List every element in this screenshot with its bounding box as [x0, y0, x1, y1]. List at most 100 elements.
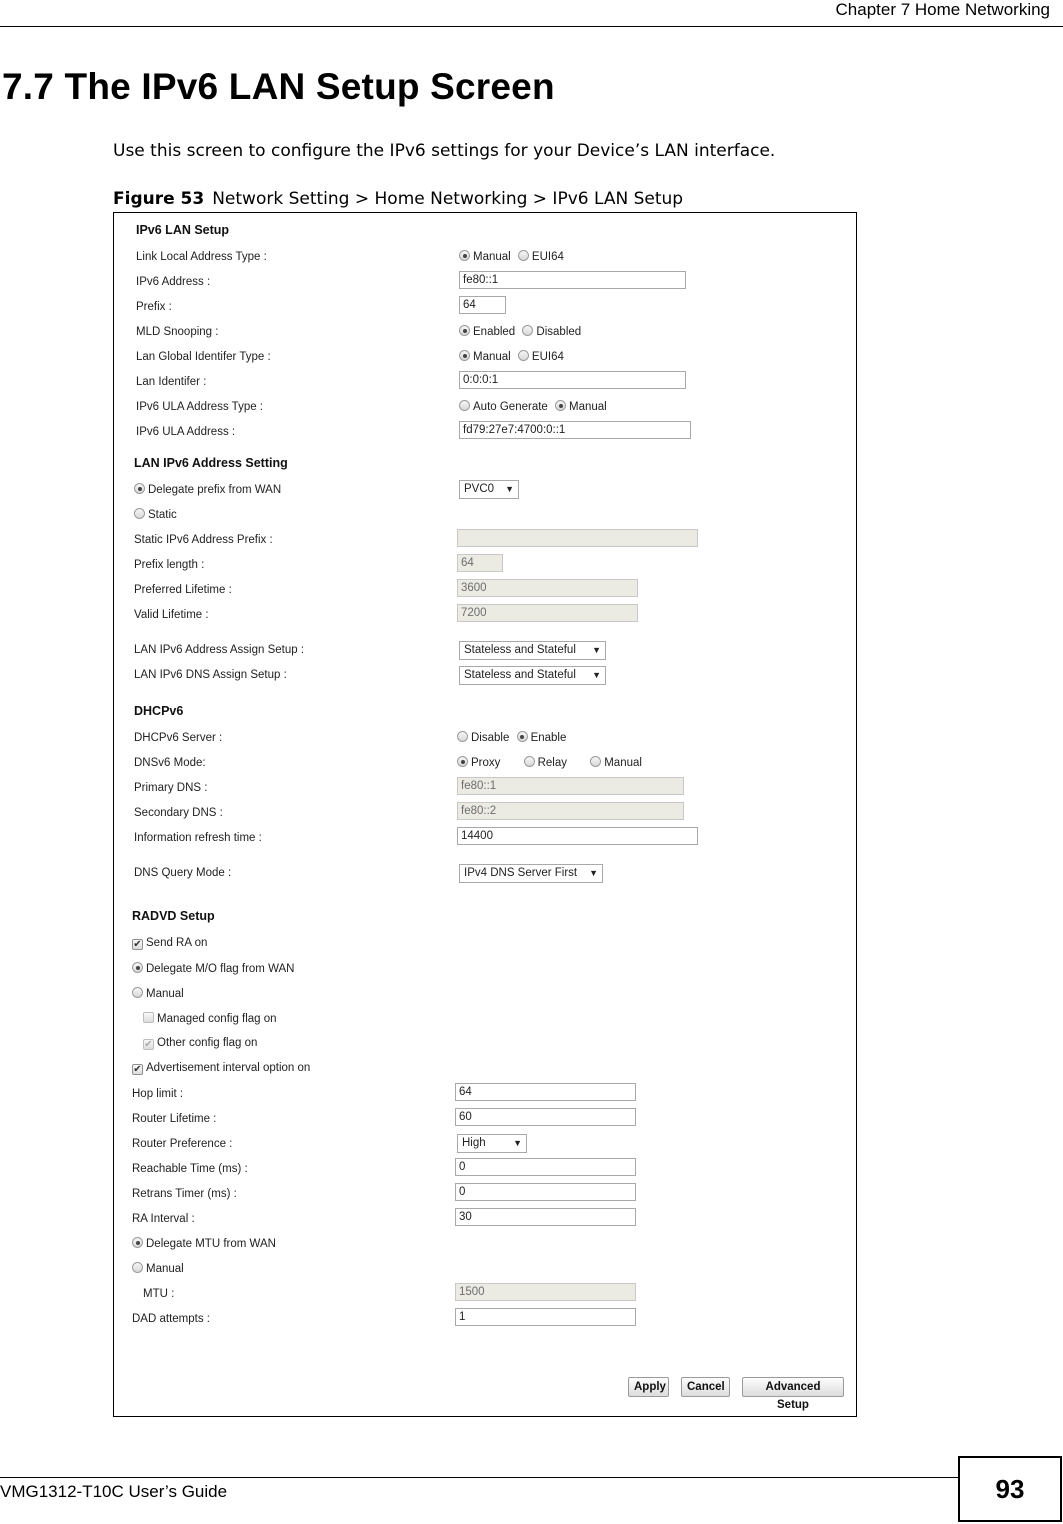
retrans-timer-input[interactable]: 0 — [455, 1183, 636, 1201]
managed-flag-checkbox[interactable]: Managed config flag on — [143, 1012, 277, 1025]
manual-mtu-option[interactable]: Manual — [132, 1262, 184, 1275]
wan-interface-select[interactable]: PVC0 ▼ — [459, 480, 519, 499]
send-ra-checkbox[interactable]: ✔ Send RA on — [132, 937, 207, 950]
figure-caption-text: Network Setting > Home Networking > IPv6… — [212, 189, 684, 209]
router-lifetime-input[interactable]: 60 — [455, 1108, 636, 1126]
radio-selected-icon[interactable] — [555, 400, 567, 411]
valid-lifetime-input[interactable]: 7200 — [457, 604, 638, 622]
dropdown-arrow-icon: ▼ — [592, 645, 601, 655]
radio-unselected-icon[interactable] — [522, 325, 534, 336]
radio-selected-icon[interactable] — [132, 962, 143, 973]
preferred-lifetime-label: Preferred Lifetime : — [134, 584, 232, 596]
link-local-type-radios: Manual EUI64 — [459, 250, 568, 263]
lan-identifier-input[interactable]: 0:0:0:1 — [459, 371, 686, 389]
checkbox-checked-icon[interactable]: ✔ — [132, 1064, 143, 1075]
primary-dns-label: Primary DNS : — [134, 782, 208, 794]
static-prefix-input[interactable] — [457, 529, 698, 547]
link-local-eui64-option[interactable]: EUI64 — [517, 250, 564, 263]
prefix-input[interactable]: 64 — [459, 296, 506, 314]
dhcpv6-disable-option[interactable]: Disable — [457, 731, 509, 744]
mld-enabled-option[interactable]: Enabled — [459, 325, 515, 338]
prefix-length-input[interactable]: 64 — [457, 554, 503, 572]
link-local-type-label: Link Local Address Type : — [136, 251, 267, 263]
dad-attempts-label: DAD attempts : — [132, 1313, 210, 1325]
delegate-prefix-option[interactable]: Delegate prefix from WAN — [134, 483, 281, 496]
hop-limit-label: Hop limit : — [132, 1088, 184, 1100]
radio-unselected-icon[interactable] — [459, 400, 470, 411]
radio-selected-icon[interactable] — [459, 350, 470, 361]
advanced-setup-button[interactable]: Advanced Setup — [742, 1377, 844, 1411]
lan-global-id-type-radios: Manual EUI64 — [459, 350, 568, 363]
radio-unselected-icon[interactable] — [590, 756, 602, 767]
mld-snooping-label: MLD Snooping : — [136, 326, 219, 338]
dns-query-mode-label: DNS Query Mode : — [134, 867, 232, 879]
radio-unselected-icon[interactable] — [523, 756, 535, 767]
mtu-label: MTU : — [143, 1288, 175, 1300]
apply-button[interactable]: Apply — [628, 1377, 669, 1397]
checkbox-checked-icon[interactable]: ✔ — [132, 939, 143, 950]
mtu-input[interactable]: 1500 — [455, 1283, 636, 1301]
static-option[interactable]: Static — [134, 508, 177, 521]
ipv6-address-label: IPv6 Address : — [136, 276, 211, 288]
manual-mo-option[interactable]: Manual — [132, 987, 184, 1000]
radio-unselected-icon[interactable] — [457, 731, 468, 742]
refresh-time-input[interactable]: 14400 — [457, 827, 698, 845]
checkbox-checked-icon[interactable]: ✔ — [143, 1039, 154, 1050]
primary-dns-input[interactable]: fe80::1 — [457, 777, 684, 795]
link-local-manual-option[interactable]: Manual — [459, 250, 511, 263]
router-preference-select[interactable]: High ▼ — [457, 1134, 527, 1153]
cancel-button[interactable]: Cancel — [681, 1377, 730, 1397]
section-heading-lan-address-setting: LAN IPv6 Address Setting — [134, 456, 288, 470]
radio-selected-icon[interactable] — [132, 1237, 143, 1248]
radio-unselected-icon[interactable] — [132, 987, 143, 998]
radio-selected-icon[interactable] — [457, 756, 468, 767]
reachable-time-label: Reachable Time (ms) : — [132, 1163, 248, 1175]
refresh-time-label: Information refresh time : — [134, 832, 262, 844]
secondary-dns-input[interactable]: fe80::2 — [457, 802, 684, 820]
radio-selected-icon[interactable] — [459, 325, 470, 336]
delegate-mtu-option[interactable]: Delegate MTU from WAN — [132, 1237, 276, 1250]
dns-manual-option[interactable]: Manual — [590, 756, 642, 769]
header-divider — [0, 26, 1063, 27]
address-assign-select[interactable]: Stateless and Stateful ▼ — [459, 641, 606, 660]
radio-selected-icon[interactable] — [134, 483, 145, 494]
dad-attempts-input[interactable]: 1 — [455, 1308, 636, 1326]
global-id-eui64-option[interactable]: EUI64 — [517, 350, 564, 363]
preferred-lifetime-input[interactable]: 3600 — [457, 579, 638, 597]
adv-interval-checkbox[interactable]: ✔ Advertisement interval option on — [132, 1062, 310, 1075]
radio-unselected-icon[interactable] — [517, 250, 529, 261]
ula-type-label: IPv6 ULA Address Type : — [136, 401, 263, 413]
lan-identifier-label: Lan Identifer : — [136, 376, 207, 388]
mld-disabled-option[interactable]: Disabled — [522, 325, 581, 338]
delegate-mo-option[interactable]: Delegate M/O flag from WAN — [132, 962, 294, 975]
radio-selected-icon[interactable] — [459, 250, 470, 261]
ra-interval-input[interactable]: 30 — [455, 1208, 636, 1226]
static-prefix-label: Static IPv6 Address Prefix : — [134, 534, 273, 546]
dhcpv6-enable-option[interactable]: Enable — [516, 731, 566, 744]
dns-mode-label: DNSv6 Mode: — [134, 757, 206, 769]
radio-selected-icon[interactable] — [516, 731, 528, 742]
address-assign-label: LAN IPv6 Address Assign Setup : — [134, 644, 305, 656]
retrans-timer-label: Retrans Timer (ms) : — [132, 1188, 237, 1200]
radio-unselected-icon[interactable] — [134, 508, 145, 519]
radio-unselected-icon[interactable] — [132, 1262, 143, 1273]
hop-limit-input[interactable]: 64 — [455, 1083, 636, 1101]
reachable-time-input[interactable]: 0 — [455, 1158, 636, 1176]
dropdown-arrow-icon: ▼ — [589, 868, 598, 878]
checkbox-unchecked-icon[interactable] — [143, 1012, 154, 1023]
ipv6-lan-setup-screenshot: IPv6 LAN Setup Link Local Address Type :… — [113, 212, 857, 1417]
dns-assign-select[interactable]: Stateless and Stateful ▼ — [459, 666, 606, 685]
radio-unselected-icon[interactable] — [517, 350, 529, 361]
section-title: 7.7 The IPv6 LAN Setup Screen — [2, 66, 555, 107]
dns-proxy-option[interactable]: Proxy — [457, 756, 500, 769]
valid-lifetime-label: Valid Lifetime : — [134, 609, 209, 621]
ra-interval-label: RA Interval : — [132, 1213, 195, 1225]
dns-query-mode-select[interactable]: IPv4 DNS Server First ▼ — [459, 864, 603, 883]
global-id-manual-option[interactable]: Manual — [459, 350, 511, 363]
ipv6-address-input[interactable]: fe80::1 — [459, 271, 686, 289]
ula-address-input[interactable]: fd79:27e7:4700:0::1 — [459, 421, 691, 439]
dns-relay-option[interactable]: Relay — [523, 756, 567, 769]
other-flag-checkbox[interactable]: ✔ Other config flag on — [143, 1037, 257, 1050]
ula-manual-option[interactable]: Manual — [555, 400, 607, 413]
ula-auto-generate-option[interactable]: Auto Generate — [459, 400, 548, 413]
